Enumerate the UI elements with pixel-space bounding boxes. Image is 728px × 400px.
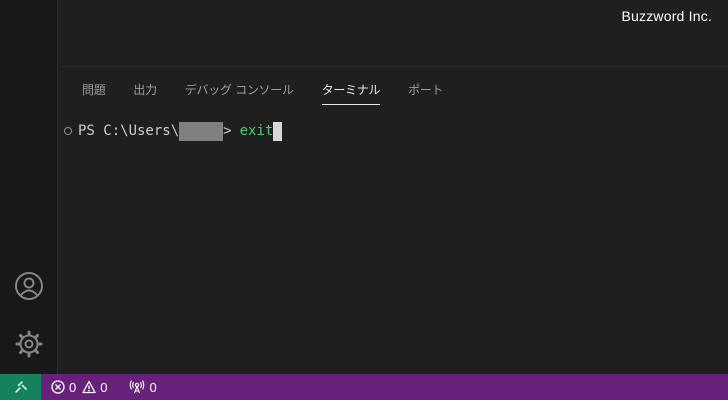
terminal-cursor <box>273 121 283 141</box>
panel-tabs: 問題 出力 デバッグ コンソール ターミナル ポート <box>82 79 471 105</box>
account-icon <box>15 272 43 300</box>
redacted-username <box>179 121 224 141</box>
ports-antenna-icon <box>130 380 145 394</box>
activity-bar <box>0 0 58 374</box>
watermark: Buzzword Inc. <box>621 8 712 24</box>
editor-area: Buzzword Inc. <box>58 0 728 67</box>
ports-count: 0 <box>149 379 157 395</box>
prompt-suffix: > <box>223 123 232 139</box>
error-icon <box>51 380 65 394</box>
warning-group: 0 <box>82 380 107 395</box>
remote-icon <box>14 381 27 393</box>
command-decoration-icon[interactable] <box>64 127 72 135</box>
problems-status[interactable]: 0 0 <box>51 380 107 395</box>
status-bar: 0 0 0 <box>0 374 728 400</box>
error-count: 0 <box>69 379 77 395</box>
tab-ports[interactable]: ポート <box>408 79 443 105</box>
tab-output[interactable]: 出力 <box>133 79 157 105</box>
accounts-button[interactable] <box>0 262 58 310</box>
remote-indicator[interactable] <box>0 374 41 400</box>
command-text: exit <box>239 123 274 139</box>
bottom-panel: 問題 出力 デバッグ コンソール ターミナル ポート PS C:\Users\ … <box>58 67 728 374</box>
gear-icon <box>15 330 43 358</box>
tab-terminal[interactable]: ターミナル <box>321 79 380 105</box>
vscode-window: Buzzword Inc. 問題 出力 デバッグ コンソール ターミナル ポート… <box>0 0 728 400</box>
prompt-prefix: PS C:\Users\ <box>78 123 180 139</box>
tab-problems[interactable]: 問題 <box>82 79 106 105</box>
ports-status[interactable]: 0 <box>129 379 157 395</box>
warning-count: 0 <box>100 379 108 395</box>
warning-icon <box>82 380 96 394</box>
tab-debug-console[interactable]: デバッグ コンソール <box>185 79 294 105</box>
manage-button[interactable] <box>0 320 58 368</box>
terminal-line[interactable]: PS C:\Users\ > exit <box>64 119 283 143</box>
